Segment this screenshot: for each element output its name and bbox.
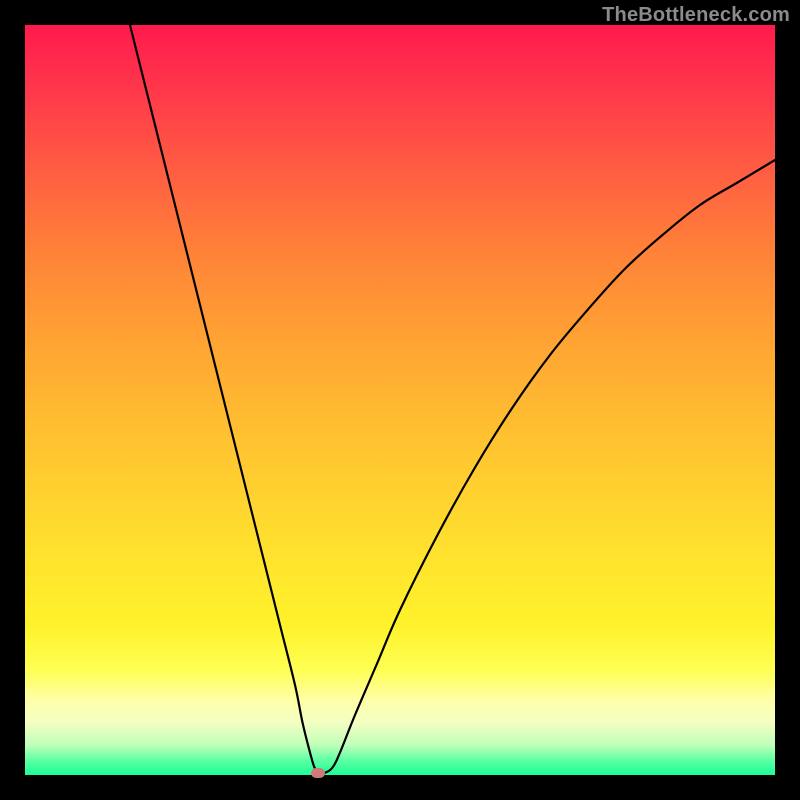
chart-plot-area — [25, 25, 775, 775]
bottleneck-curve — [25, 25, 775, 775]
minimum-marker — [311, 768, 325, 778]
chart-outer-frame: TheBottleneck.com — [0, 0, 800, 800]
watermark-text: TheBottleneck.com — [602, 4, 790, 27]
